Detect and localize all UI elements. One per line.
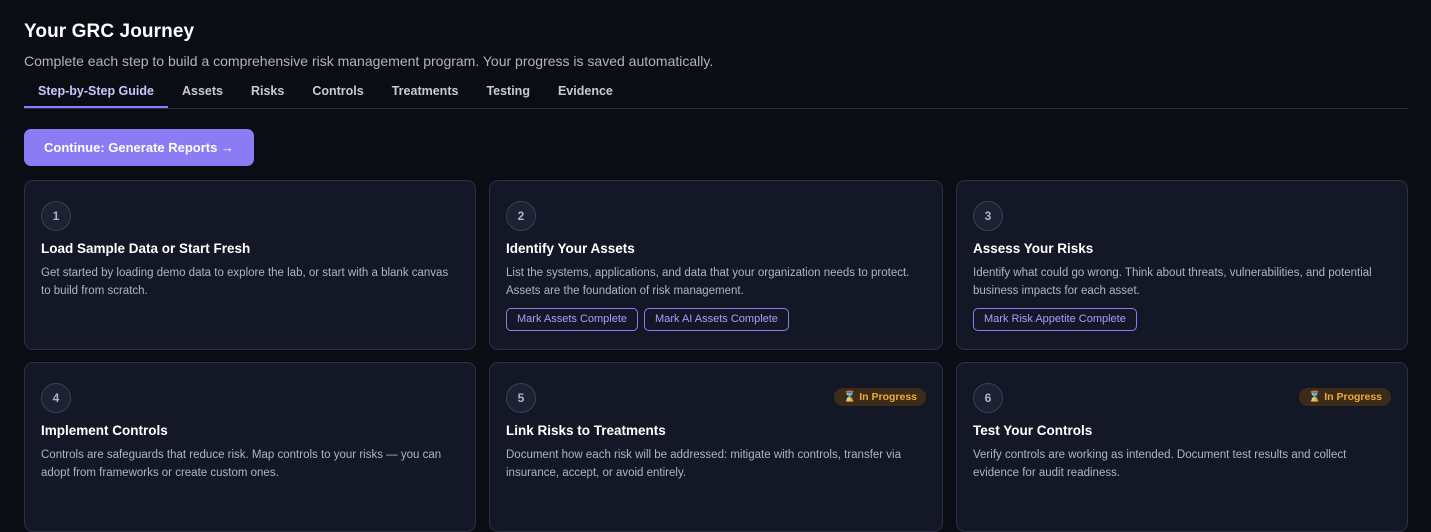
step-number: 3 (973, 201, 1003, 231)
tab-controls[interactable]: Controls (298, 76, 377, 108)
step-number: 4 (41, 383, 71, 413)
mark-ai-assets-complete-button[interactable]: Mark AI Assets Complete (644, 308, 789, 331)
page-subtitle: Complete each step to build a comprehens… (24, 53, 714, 69)
tab-step-by-step-guide[interactable]: Step-by-Step Guide (24, 76, 168, 108)
in-progress-badge: ⌛ In Progress (834, 388, 926, 406)
step-actions: Mark Assets Complete Mark AI Assets Comp… (506, 308, 926, 331)
step-card-1: 1 Load Sample Data or Start Fresh Get st… (24, 180, 476, 350)
tab-testing[interactable]: Testing (472, 76, 544, 108)
in-progress-badge: ⌛ In Progress (1299, 388, 1391, 406)
tab-treatments[interactable]: Treatments (378, 76, 473, 108)
step-description: Verify controls are working as intended.… (973, 449, 1347, 479)
mark-risk-appetite-complete-button[interactable]: Mark Risk Appetite Complete (973, 308, 1137, 331)
tab-bar: Step-by-Step Guide Assets Risks Controls… (24, 76, 1408, 109)
tab-assets[interactable]: Assets (168, 76, 237, 108)
step-card-6: 6 ⌛ In Progress Test Your Controls Verif… (956, 362, 1408, 532)
step-title: Assess Your Risks (973, 241, 1094, 256)
step-description: List the systems, applications, and data… (506, 267, 910, 297)
step-card-4: 4 Implement Controls Controls are safegu… (24, 362, 476, 532)
page-title: Your GRC Journey (24, 21, 195, 42)
tab-risks[interactable]: Risks (237, 76, 298, 108)
step-description: Document how each risk will be addressed… (506, 449, 902, 479)
step-title: Test Your Controls (973, 423, 1093, 438)
step-card-5: 5 ⌛ In Progress Link Risks to Treatments… (489, 362, 943, 532)
mark-assets-complete-button[interactable]: Mark Assets Complete (506, 308, 639, 331)
step-title: Load Sample Data or Start Fresh (41, 241, 251, 256)
step-title: Link Risks to Treatments (506, 423, 666, 438)
step-description: Identify what could go wrong. Think abou… (973, 267, 1372, 297)
steps-grid: 1 Load Sample Data or Start Fresh Get st… (24, 180, 1408, 532)
continue-generate-reports-button[interactable]: Continue: Generate Reports → (24, 129, 254, 166)
step-description: Get started by loading demo data to expl… (41, 267, 449, 297)
step-card-2: 2 Identify Your Assets List the systems,… (489, 180, 943, 350)
step-number: 6 (973, 383, 1003, 413)
step-actions: Mark Risk Appetite Complete (973, 308, 1391, 331)
step-card-3: 3 Assess Your Risks Identify what could … (956, 180, 1408, 350)
step-number: 5 (506, 383, 536, 413)
tab-evidence[interactable]: Evidence (544, 76, 627, 108)
step-number: 1 (41, 201, 71, 231)
step-description: Controls are safeguards that reduce risk… (41, 449, 442, 479)
step-number: 2 (506, 201, 536, 231)
step-title: Identify Your Assets (506, 241, 635, 256)
step-title: Implement Controls (41, 423, 168, 438)
